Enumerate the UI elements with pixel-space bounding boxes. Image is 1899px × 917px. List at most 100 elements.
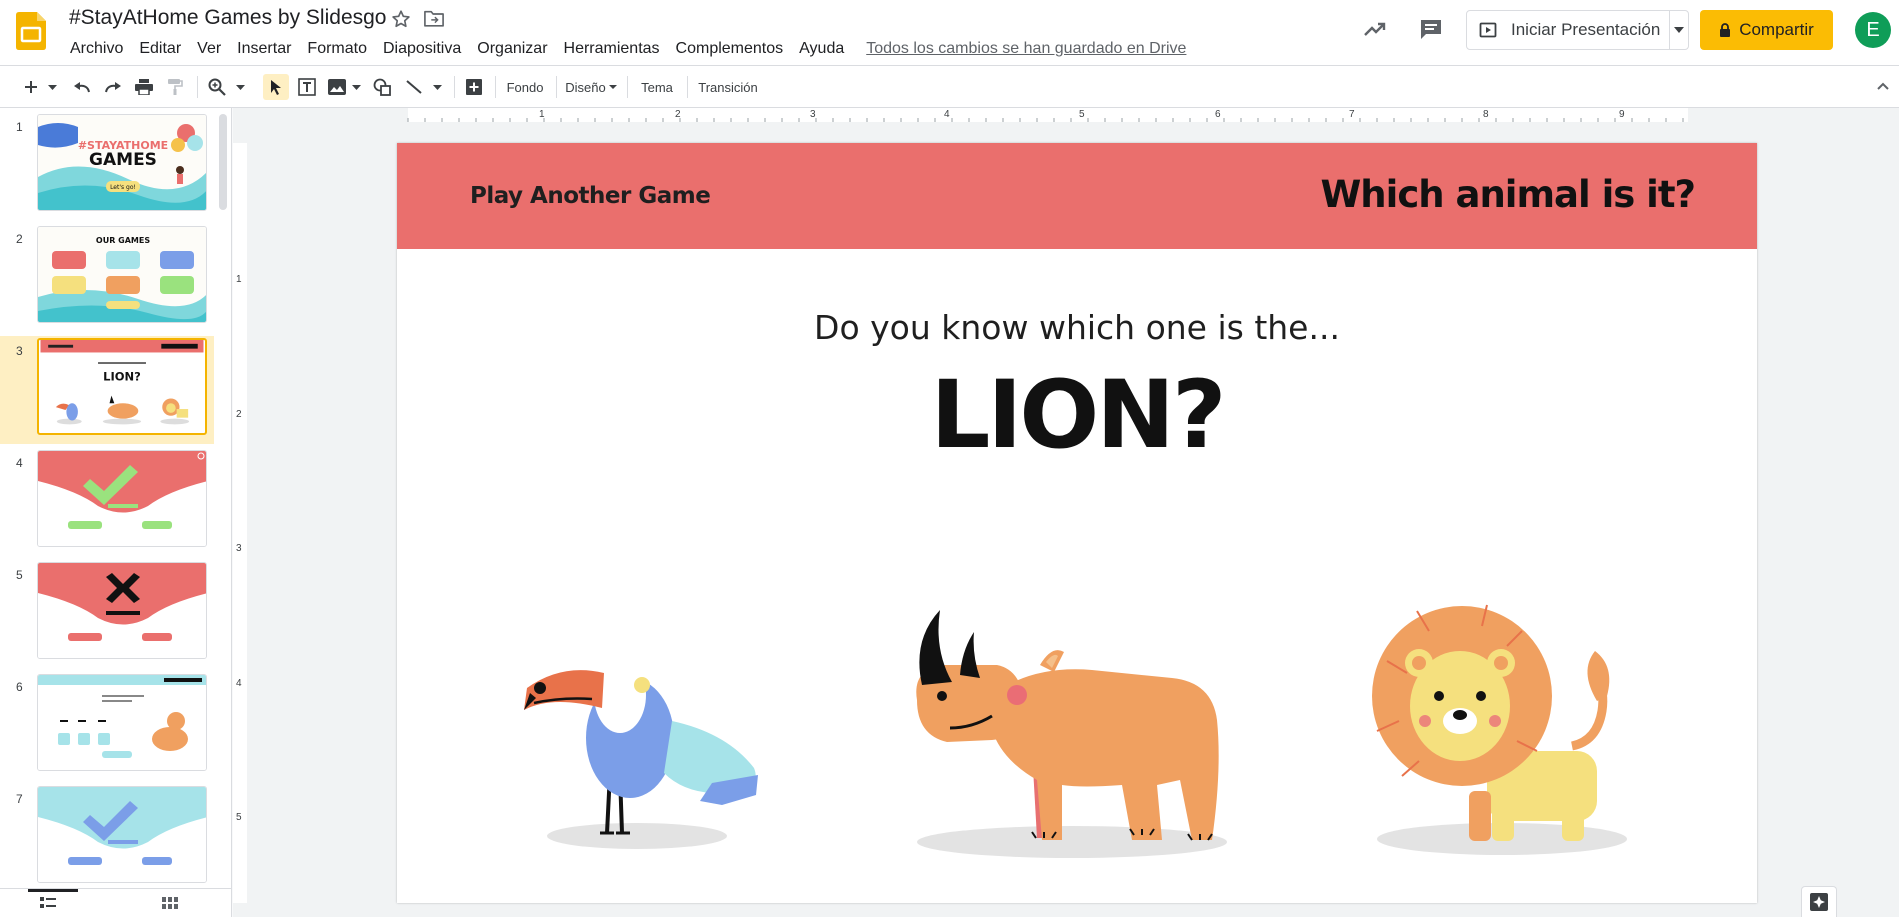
menu-insertar[interactable]: Insertar bbox=[229, 38, 299, 60]
ruler-label: 4 bbox=[236, 678, 242, 689]
present-button[interactable]: Iniciar Presentación bbox=[1467, 11, 1671, 49]
menu-ayuda[interactable]: Ayuda bbox=[791, 38, 852, 60]
line-button[interactable] bbox=[402, 74, 426, 100]
paint-format-icon bbox=[168, 79, 183, 95]
toucan-illustration[interactable] bbox=[522, 633, 767, 853]
vertical-ruler: 1 2 3 4 5 bbox=[233, 122, 247, 917]
redo-icon bbox=[105, 82, 121, 93]
filmstrip-item: 5 bbox=[0, 560, 214, 668]
insert-image-dropdown[interactable] bbox=[349, 74, 363, 100]
layout-button[interactable]: Diseño bbox=[562, 74, 620, 100]
list-view-icon[interactable] bbox=[40, 897, 56, 909]
text-box-button[interactable] bbox=[295, 74, 319, 100]
toolbar-divider bbox=[627, 76, 628, 98]
toolbar: Fondo Diseño Tema Transición bbox=[0, 66, 1899, 108]
theme-label: Tema bbox=[641, 79, 673, 95]
filmstrip-item: 2 OUR GAMES bbox=[0, 224, 214, 332]
line-dropdown[interactable] bbox=[430, 74, 444, 100]
filmstrip-item-active: 3 LION? bbox=[0, 336, 214, 444]
zoom-button[interactable] bbox=[205, 74, 229, 100]
filmstrip-scrollbar[interactable] bbox=[219, 114, 227, 210]
menu-ver[interactable]: Ver bbox=[189, 38, 229, 60]
chevron-up-icon[interactable] bbox=[1876, 80, 1890, 94]
ruler-label: 5 bbox=[1079, 109, 1085, 120]
toolbar-divider bbox=[556, 76, 557, 98]
caret-down-icon bbox=[47, 84, 57, 90]
theme-button[interactable]: Tema bbox=[633, 74, 681, 100]
grid-view-icon[interactable] bbox=[162, 897, 178, 909]
svg-text:OUR GAMES: OUR GAMES bbox=[96, 236, 150, 245]
horizontal-ruler: 1 2 3 4 5 6 7 8 9 bbox=[233, 108, 1899, 122]
comment-icon[interactable] bbox=[1418, 16, 1444, 42]
filmstrip-item: 4 bbox=[0, 448, 214, 556]
play-another-game-link[interactable]: Play Another Game bbox=[470, 183, 711, 209]
menu-herramientas[interactable]: Herramientas bbox=[556, 38, 668, 60]
shape-icon bbox=[373, 78, 391, 96]
new-slide-button[interactable] bbox=[20, 74, 42, 100]
background-button[interactable]: Fondo bbox=[501, 74, 549, 100]
question-text[interactable]: Do you know which one is the... bbox=[397, 308, 1757, 347]
menu-archivo[interactable]: Archivo bbox=[62, 38, 131, 60]
slides-logo-icon[interactable] bbox=[16, 12, 46, 50]
share-button[interactable]: Compartir bbox=[1700, 10, 1833, 50]
ruler-label: 9 bbox=[1619, 109, 1625, 120]
insert-image-button[interactable] bbox=[325, 74, 349, 100]
menu-formato[interactable]: Formato bbox=[299, 38, 375, 60]
rhino-illustration[interactable] bbox=[912, 610, 1242, 860]
present-options-dropdown[interactable] bbox=[1670, 11, 1688, 49]
background-label: Fondo bbox=[506, 79, 544, 95]
lock-icon bbox=[1720, 22, 1731, 37]
slide-title[interactable]: Which animal is it? bbox=[1321, 173, 1696, 216]
slide-thumbnail-2[interactable]: OUR GAMES bbox=[37, 226, 207, 323]
new-comment-button[interactable] bbox=[462, 74, 486, 100]
account-avatar[interactable]: E bbox=[1855, 12, 1891, 48]
print-button[interactable] bbox=[132, 74, 156, 100]
menu-diapositiva[interactable]: Diapositiva bbox=[375, 38, 469, 60]
paint-format-button[interactable] bbox=[163, 74, 187, 100]
slide-thumbnail-5[interactable] bbox=[37, 562, 207, 659]
new-slide-layout-dropdown[interactable] bbox=[44, 74, 60, 100]
star-icon[interactable] bbox=[390, 8, 412, 30]
filmstrip-item: 1 #STAYATHOME GAMES Let's go! bbox=[0, 112, 214, 220]
ruler-label: 5 bbox=[236, 812, 242, 823]
undo-button[interactable] bbox=[70, 74, 94, 100]
select-tool-button[interactable] bbox=[263, 74, 289, 100]
image-icon bbox=[328, 79, 346, 95]
slide-thumbnail-4[interactable] bbox=[37, 450, 207, 547]
ruler-label: 4 bbox=[944, 109, 950, 120]
folder-move-icon[interactable] bbox=[423, 9, 445, 29]
menu-complementos[interactable]: Complementos bbox=[668, 38, 792, 60]
filmstrip-item: 6 bbox=[0, 672, 214, 780]
line-icon bbox=[406, 80, 422, 94]
filmstrip: 1 #STAYATHOME GAMES Let's go! 2 OUR GAME… bbox=[0, 108, 232, 917]
menu-editar[interactable]: Editar bbox=[131, 38, 189, 60]
save-status-link[interactable]: Todos los cambios se han guardado en Dri… bbox=[866, 38, 1186, 60]
toolbar-divider bbox=[495, 76, 496, 98]
ruler-label: 2 bbox=[675, 109, 681, 120]
ruler-label: 3 bbox=[810, 109, 816, 120]
trending-up-icon[interactable] bbox=[1362, 16, 1388, 42]
shape-button[interactable] bbox=[370, 74, 394, 100]
toolbar-divider bbox=[687, 76, 688, 98]
slide-canvas[interactable]: Play Another Game Which animal is it? Do… bbox=[397, 143, 1757, 903]
answer-word[interactable]: LION? bbox=[397, 361, 1757, 470]
transition-button[interactable]: Transición bbox=[693, 74, 763, 100]
slide-thumbnail-1[interactable]: #STAYATHOME GAMES Let's go! bbox=[37, 114, 207, 211]
document-title[interactable]: #StayAtHome Games by Slidesgo bbox=[69, 6, 386, 30]
present-button-group: Iniciar Presentación bbox=[1466, 10, 1689, 50]
redo-button[interactable] bbox=[101, 74, 125, 100]
filmstrip-view-switcher bbox=[0, 888, 231, 917]
text-box-icon bbox=[298, 78, 316, 96]
slide-thumbnail-3[interactable]: LION? bbox=[37, 338, 207, 435]
menu-bar: Archivo Editar Ver Insertar Formato Diap… bbox=[62, 38, 1186, 60]
slide-number: 6 bbox=[16, 680, 23, 694]
slide-number: 5 bbox=[16, 568, 23, 582]
caret-down-icon bbox=[432, 84, 442, 90]
lion-illustration[interactable] bbox=[1357, 591, 1657, 861]
zoom-dropdown[interactable] bbox=[232, 74, 248, 100]
explore-button[interactable] bbox=[1801, 886, 1837, 917]
slide-thumbnail-7[interactable] bbox=[37, 786, 207, 883]
caret-down-icon bbox=[351, 84, 361, 90]
slide-thumbnail-6[interactable] bbox=[37, 674, 207, 771]
menu-organizar[interactable]: Organizar bbox=[469, 38, 555, 60]
